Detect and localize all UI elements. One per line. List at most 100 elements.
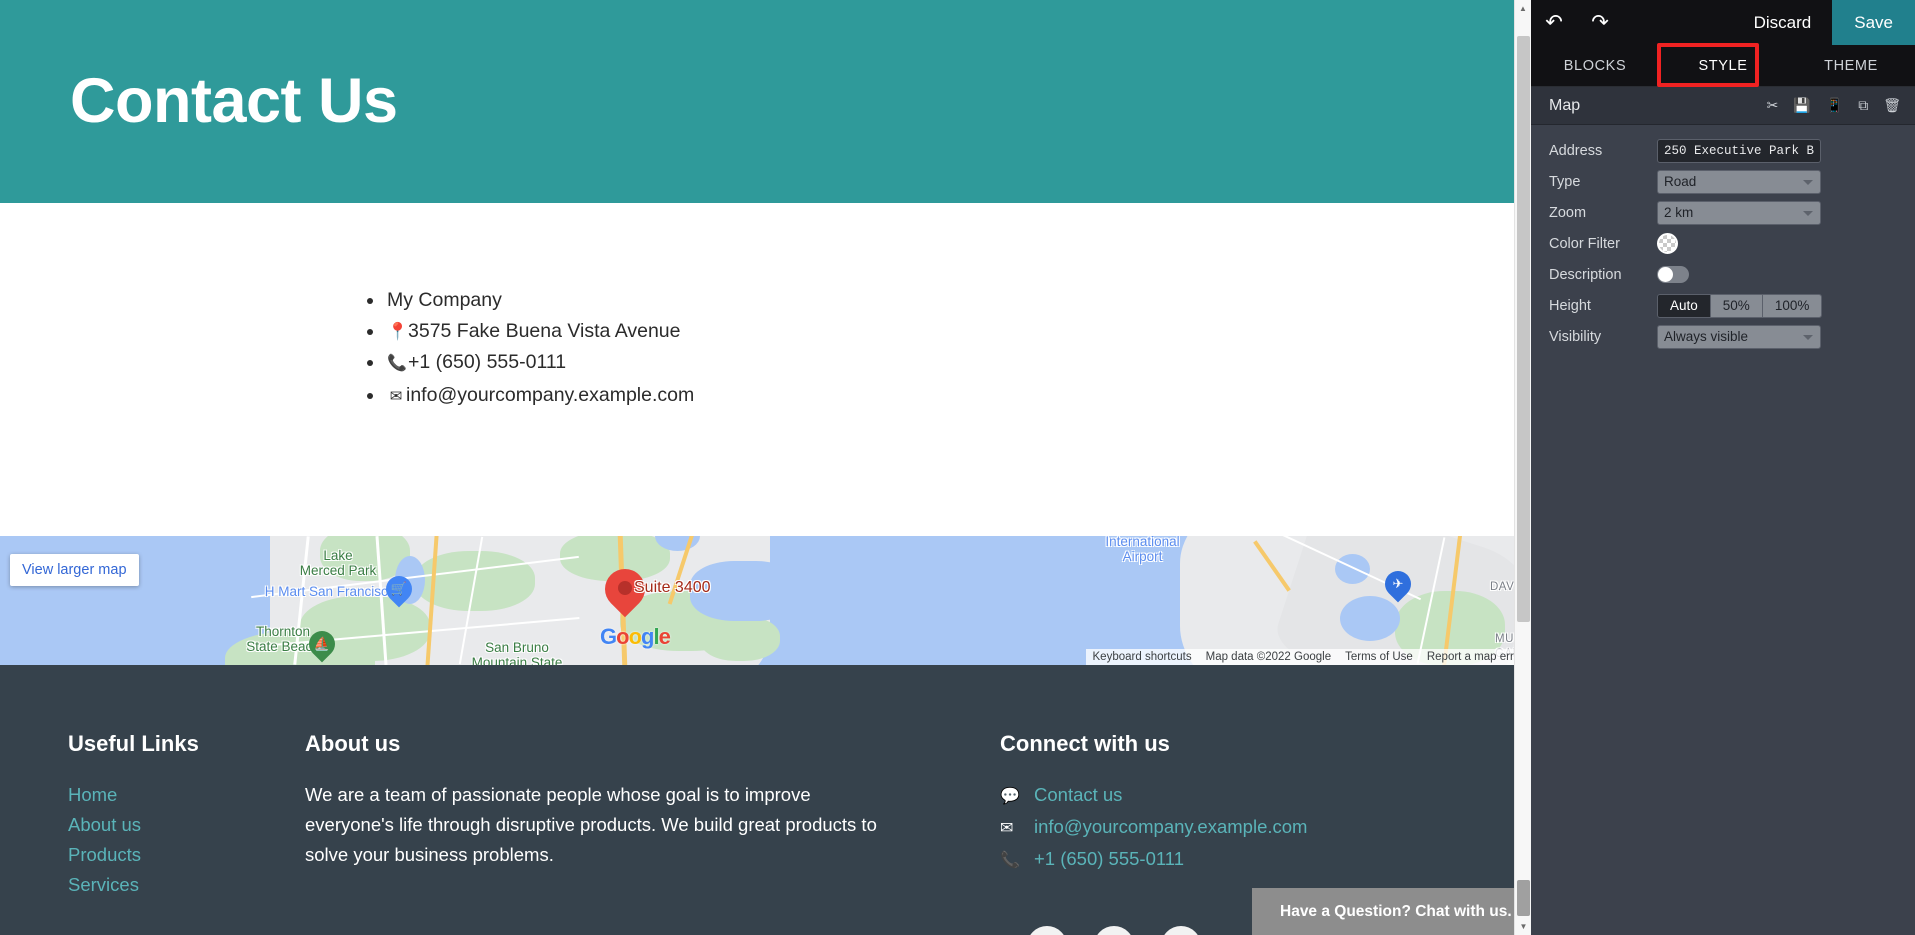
map-data-credit: Map data ©2022 Google bbox=[1198, 649, 1339, 665]
footer-link-services[interactable]: Services bbox=[68, 870, 305, 900]
cart-icon: 🛒 bbox=[390, 581, 408, 596]
list-item: 📍3575 Fake Buena Vista Avenue bbox=[385, 316, 1531, 348]
footer-link-about-us[interactable]: About us bbox=[68, 810, 305, 840]
scrollbar-thumb-secondary[interactable] bbox=[1517, 880, 1530, 916]
copy-icon[interactable]: ⧉ bbox=[1858, 97, 1868, 114]
about-us-text: We are a team of passionate people whose… bbox=[305, 784, 877, 865]
scrollbar-thumb[interactable] bbox=[1517, 36, 1530, 622]
website-preview: Contact Us My Company 📍3575 Fake Buena V… bbox=[0, 0, 1531, 935]
type-select[interactable]: Road bbox=[1657, 169, 1821, 194]
option-row-visibility: Visibility Always visible bbox=[1531, 321, 1915, 352]
visibility-selected-value: Always visible bbox=[1664, 329, 1749, 344]
phone-icon: 📞 bbox=[387, 355, 407, 372]
description-control bbox=[1657, 266, 1899, 283]
terms-of-use-link[interactable]: Terms of Use bbox=[1338, 649, 1420, 665]
connect-link-email[interactable]: info@yourcompany.example.com bbox=[1034, 812, 1307, 842]
option-row-type: Type Road bbox=[1531, 166, 1915, 197]
phone-icon: 📞 bbox=[1000, 852, 1020, 869]
height-option-50[interactable]: 50% bbox=[1710, 294, 1763, 317]
footer-link-products[interactable]: Products bbox=[68, 840, 305, 870]
location-pin-icon: 📍 bbox=[387, 321, 409, 341]
height-control: Auto 50% 100% bbox=[1657, 293, 1899, 318]
block-title: Map bbox=[1549, 96, 1581, 114]
tab-theme[interactable]: THEME bbox=[1787, 45, 1915, 86]
link-icon[interactable]: ✂ bbox=[1767, 97, 1779, 114]
zoom-selected-value: 2 km bbox=[1664, 205, 1694, 220]
type-label: Type bbox=[1549, 173, 1581, 190]
tab-style[interactable]: STYLE bbox=[1659, 45, 1787, 86]
scroll-up-arrow[interactable]: ▲ bbox=[1515, 0, 1531, 17]
zoom-select[interactable]: 2 km bbox=[1657, 200, 1821, 225]
hero-banner: Contact Us bbox=[0, 0, 1531, 203]
zoom-control: 2 km bbox=[1657, 200, 1899, 225]
contact-address: 3575 Fake Buena Vista Avenue bbox=[408, 319, 681, 342]
airplane-icon: ✈ bbox=[1392, 576, 1404, 591]
list-item: ✉info@yourcompany.example.com bbox=[385, 380, 1531, 413]
chevron-down-icon bbox=[1803, 210, 1813, 216]
list-item: 📞+1 (650) 555-0111 bbox=[385, 347, 1531, 380]
editor-toolbar: ↶ ↷ Discard Save bbox=[1531, 0, 1915, 45]
type-selected-value: Road bbox=[1664, 174, 1697, 189]
google-map-embed[interactable]: Lake Merced Park H Mart San Francisco Tho… bbox=[0, 536, 1531, 665]
envelope-icon: ✉ bbox=[1000, 820, 1014, 837]
connect-link-contact-us[interactable]: Contact us bbox=[1034, 780, 1122, 810]
map-label-international-airport: International Airport bbox=[1105, 536, 1180, 564]
address-input[interactable] bbox=[1657, 138, 1821, 163]
chevron-down-icon bbox=[1803, 334, 1813, 340]
connect-item-phone[interactable]: 📞 +1 (650) 555-0111 bbox=[1000, 844, 1420, 876]
envelope-icon: ✉ bbox=[389, 387, 403, 405]
color-swatch-button[interactable] bbox=[1657, 233, 1678, 254]
editor-tabs: BLOCKS STYLE THEME bbox=[1531, 43, 1915, 87]
option-row-height: Height Auto 50% 100% bbox=[1531, 290, 1915, 321]
social-icon-3[interactable] bbox=[1161, 926, 1201, 935]
connect-item-contact-us[interactable]: 💬 Contact us bbox=[1000, 780, 1420, 812]
visibility-control: Always visible bbox=[1657, 324, 1899, 349]
color-filter-label: Color Filter bbox=[1549, 235, 1620, 252]
map-marker-airport[interactable]: ✈ bbox=[1379, 565, 1417, 605]
connect-link-phone[interactable]: +1 (650) 555-0111 bbox=[1034, 844, 1184, 874]
height-option-auto[interactable]: Auto bbox=[1658, 294, 1711, 317]
map-marker-store[interactable]: 🛒 bbox=[380, 570, 418, 610]
map-label-san-bruno-mountain: San Bruno Mountain State bbox=[471, 640, 563, 665]
save-button[interactable]: Save bbox=[1832, 0, 1915, 45]
keyboard-shortcuts-link[interactable]: Keyboard shortcuts bbox=[1085, 649, 1199, 665]
footer-columns: Useful Links Home About us Products Serv… bbox=[0, 731, 1531, 900]
view-larger-map-button[interactable]: View larger map bbox=[10, 554, 139, 586]
contact-phone: +1 (650) 555-0111 bbox=[408, 351, 567, 373]
mobile-icon[interactable]: 📱 bbox=[1826, 97, 1843, 114]
logo-letter: o bbox=[616, 624, 629, 649]
option-row-address: Address bbox=[1531, 135, 1915, 166]
social-icon-2[interactable] bbox=[1094, 926, 1134, 935]
contact-company-name: My Company bbox=[387, 289, 502, 311]
option-row-description: Description bbox=[1531, 259, 1915, 290]
connect-item-email[interactable]: ✉ info@yourcompany.example.com bbox=[1000, 812, 1420, 844]
redo-icon[interactable]: ↷ bbox=[1577, 12, 1623, 33]
footer-about-column: About us We are a team of passionate peo… bbox=[305, 731, 890, 900]
type-control: Road bbox=[1657, 169, 1899, 194]
logo-letter: o bbox=[628, 624, 642, 649]
browser-viewport: Contact Us My Company 📍3575 Fake Buena V… bbox=[0, 0, 1915, 935]
description-toggle[interactable] bbox=[1657, 266, 1689, 283]
chat-widget-button[interactable]: Have a Question? Chat with us. bbox=[1248, 888, 1531, 935]
map-marker-park[interactable]: ⛵ bbox=[303, 625, 341, 665]
preview-scrollbar[interactable]: ▲ ▼ bbox=[1514, 0, 1531, 935]
useful-links-title: Useful Links bbox=[68, 731, 199, 756]
visibility-select[interactable]: Always visible bbox=[1657, 324, 1821, 349]
social-icon-1[interactable] bbox=[1027, 926, 1067, 935]
tab-blocks[interactable]: BLOCKS bbox=[1531, 45, 1659, 86]
trash-icon[interactable]: 🗑 bbox=[1883, 97, 1901, 114]
scroll-down-arrow[interactable]: ▼ bbox=[1515, 918, 1531, 935]
address-control bbox=[1657, 138, 1899, 163]
about-us-title: About us bbox=[305, 731, 401, 756]
list-item: My Company bbox=[385, 285, 1531, 316]
save-icon[interactable]: 💾 bbox=[1793, 97, 1810, 114]
undo-icon[interactable]: ↶ bbox=[1531, 12, 1577, 33]
block-header: Map ✂ 💾 📱 ⧉ 🗑 bbox=[1531, 87, 1915, 125]
block-action-icons: ✂ 💾 📱 ⧉ 🗑 bbox=[1767, 97, 1901, 114]
height-label: Height bbox=[1549, 297, 1591, 314]
discard-button[interactable]: Discard bbox=[1733, 13, 1833, 33]
height-option-100[interactable]: 100% bbox=[1762, 294, 1822, 317]
footer-spacer bbox=[890, 731, 1000, 900]
color-filter-control bbox=[1657, 233, 1899, 254]
footer-link-home[interactable]: Home bbox=[68, 780, 305, 810]
